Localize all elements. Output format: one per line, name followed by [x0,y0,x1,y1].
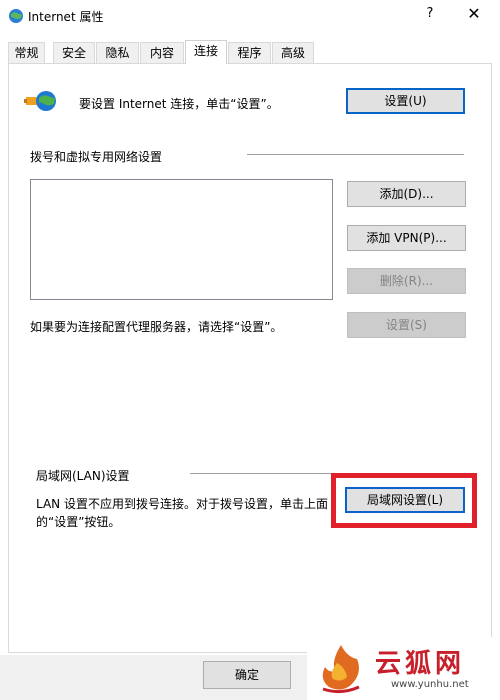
tab-general[interactable]: 常规 [8,42,45,64]
tab-advanced[interactable]: 高级 [272,42,314,64]
tab-security[interactable]: 安全 [53,42,95,64]
tab-connections[interactable]: 连接 [185,40,227,64]
dialup-section-label: 拨号和虚拟专用网络设置 [30,150,163,164]
add-vpn-button[interactable]: 添加 VPN(P)... [347,225,466,251]
lan-section-label: 局域网(LAN)设置 [36,469,130,483]
internet-options-icon [9,9,23,23]
close-button[interactable]: ✕ [462,4,486,23]
connections-listbox[interactable] [30,179,333,300]
watermark-url: www.yunhu.net [391,679,469,690]
help-button[interactable]: ? [420,6,440,21]
lan-settings-button[interactable]: 局域网设置(L) [345,487,465,513]
delete-button: 删除(R)... [347,268,466,294]
ok-button[interactable]: 确定 [203,661,291,689]
setup-button[interactable]: 设置(U) [346,88,465,114]
title-bar: Internet 属性 ? ✕ [0,0,500,32]
fox-logo-icon [322,645,360,694]
dialup-divider [247,154,464,155]
tab-content[interactable]: 内容 [140,42,184,64]
window-title: Internet 属性 [28,10,104,24]
watermark: 云狐网 www.yunhu.net [307,637,500,700]
lan-divider [190,473,335,474]
network-globe-icon [24,91,56,111]
proxy-instruction-text: 如果要为连接配置代理服务器，请选择“设置”。 [30,320,283,334]
lan-instruction-text: LAN 设置不应用到拨号连接。对于拨号设置，单击上面的“设置”按钮。 [36,497,328,529]
watermark-brand: 云狐网 [375,649,466,679]
connection-settings-button: 设置(S) [347,312,466,338]
tab-programs[interactable]: 程序 [228,42,271,64]
setup-instruction-text: 要设置 Internet 连接，单击“设置”。 [79,97,279,111]
add-button[interactable]: 添加(D)... [347,181,466,207]
tab-privacy[interactable]: 隐私 [96,42,139,64]
